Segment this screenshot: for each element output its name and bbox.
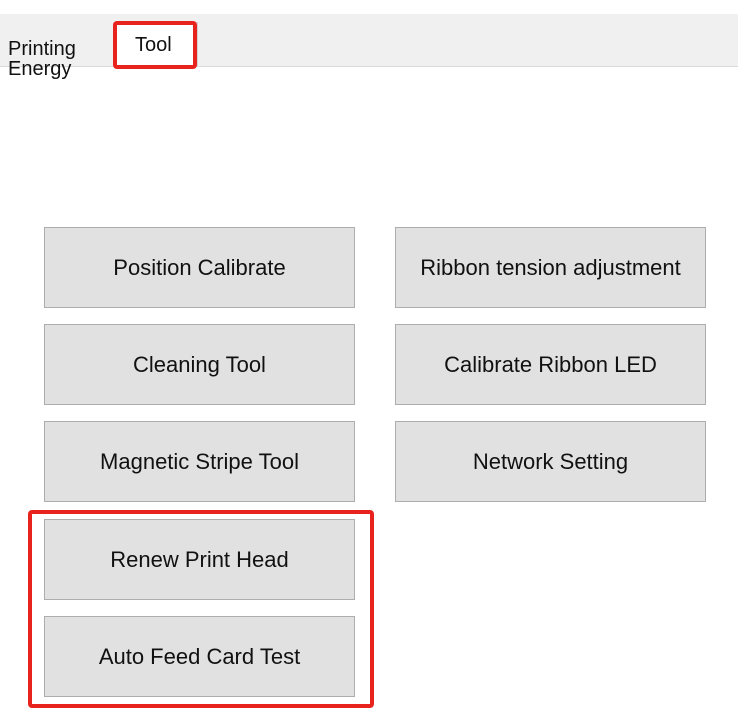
ribbon-tension-adjustment-button[interactable]: Ribbon tension adjustment [395,227,706,308]
tool-tab-highlight [113,21,197,69]
cleaning-tool-button[interactable]: Cleaning Tool [44,324,355,405]
tab-printing-energy[interactable]: Printing Energy [0,32,114,79]
tab-printing-energy-label: Printing Energy [8,38,76,80]
buttons-highlight [28,510,374,708]
calibrate-ribbon-led-button[interactable]: Calibrate Ribbon LED [395,324,706,405]
network-setting-button[interactable]: Network Setting [395,421,706,502]
magnetic-stripe-tool-button[interactable]: Magnetic Stripe Tool [44,421,355,502]
tab-strip: Printing Energy Tool [0,14,738,79]
position-calibrate-button[interactable]: Position Calibrate [44,227,355,308]
